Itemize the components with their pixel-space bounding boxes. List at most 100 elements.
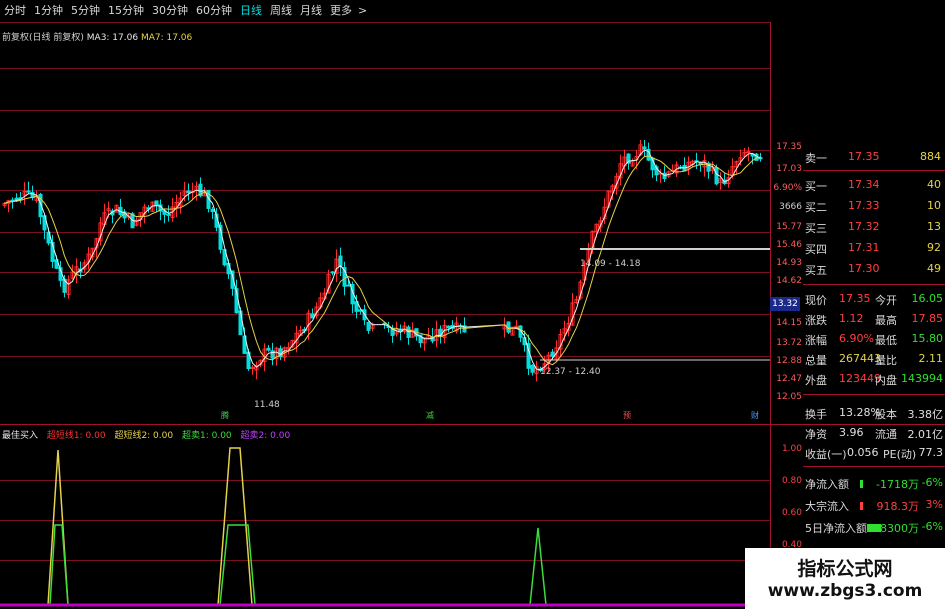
orderbook-volume: 40 bbox=[927, 178, 941, 191]
orderbook-volume: 884 bbox=[920, 150, 941, 163]
event-marker[interactable]: 财 bbox=[750, 410, 760, 421]
stat-value: 16.05 bbox=[911, 292, 944, 305]
candle bbox=[186, 190, 191, 194]
flow-pct: -6% bbox=[921, 476, 943, 489]
legend-item: 超短线2: 0.00 bbox=[114, 431, 174, 441]
orderbook-volume: 92 bbox=[927, 241, 941, 254]
quote-panel: 卖一 17.35 884 买一 17.34 40 买二 17.33 10 买三 … bbox=[775, 138, 945, 558]
orderbook-label: 买五 bbox=[805, 264, 827, 277]
fundamental-value: 0.056 bbox=[847, 446, 879, 459]
kline-chart[interactable]: 11.48 12.37 - 12.40 14.09 - 14.18 bbox=[0, 0, 770, 609]
candle bbox=[210, 208, 215, 213]
candle bbox=[530, 364, 535, 373]
orderbook-volume: 49 bbox=[927, 262, 941, 275]
fundamental-key: 净资 bbox=[805, 428, 827, 441]
stat-value: 143994 bbox=[901, 372, 943, 385]
stat-value: 17.35 bbox=[839, 292, 871, 305]
stat-value: 6.90% bbox=[839, 332, 874, 345]
candle bbox=[746, 151, 751, 154]
indicator-title: 最佳买入 bbox=[2, 431, 39, 441]
candle bbox=[406, 326, 411, 338]
candle bbox=[310, 313, 315, 319]
range-label-low: 12.37 - 12.40 bbox=[540, 367, 601, 377]
legend-item: 超卖2: 0.00 bbox=[240, 431, 291, 441]
orderbook-label: 卖一 bbox=[805, 152, 827, 165]
stats-row: 涨幅 6.90% 最低 15.80 bbox=[775, 330, 945, 349]
stat-value: 15.80 bbox=[911, 332, 944, 345]
flow-value: -1718万 bbox=[876, 478, 919, 491]
ma3-line bbox=[4, 149, 761, 371]
orderbook-row: 买一 17.34 40 bbox=[775, 176, 945, 195]
stats-row: 总量 267443 量比 2.11 bbox=[775, 350, 945, 369]
indicator-legend: 最佳买入 超短线1: 0.00 超短线2: 0.00 超卖1: 0.00 超卖2… bbox=[2, 428, 296, 441]
flow-bar bbox=[860, 502, 863, 510]
orderbook-label: 买一 bbox=[805, 180, 827, 193]
orderbook-price: 17.32 bbox=[848, 220, 880, 233]
fundamental-key: 流通 bbox=[875, 428, 897, 441]
watermark-title: 指标公式网 bbox=[797, 558, 893, 580]
fundamental-value: 3.38亿 bbox=[907, 408, 944, 421]
legend-item: 超卖1: 0.00 bbox=[181, 431, 232, 441]
orderbook-volume: 10 bbox=[927, 199, 941, 212]
flow-row: 净流入额 -1718万 -6% bbox=[775, 474, 945, 493]
orderbook-price: 17.35 bbox=[848, 150, 880, 163]
orderbook-row: 卖一 17.35 884 bbox=[775, 148, 945, 167]
watermark-url: www.zbgs3.com bbox=[767, 581, 923, 601]
candle bbox=[266, 347, 271, 351]
axis-divider bbox=[770, 22, 771, 609]
stat-key: 涨幅 bbox=[805, 334, 827, 347]
fundamental-value: 3.96 bbox=[839, 426, 864, 439]
flow-pct: 3% bbox=[925, 498, 943, 511]
flow-pct: -6% bbox=[921, 520, 943, 533]
candle bbox=[14, 197, 19, 201]
event-marker[interactable]: 腾 bbox=[220, 410, 230, 421]
orderbook-price: 17.31 bbox=[848, 241, 880, 254]
candle bbox=[446, 325, 451, 329]
stat-key: 今开 bbox=[875, 294, 897, 307]
flow-row: 5日净流入额 -8300万 -6% bbox=[775, 518, 945, 537]
flow-value: -8300万 bbox=[876, 522, 919, 535]
candle bbox=[346, 284, 351, 287]
candle bbox=[166, 213, 171, 216]
fundamental-value: 2.01亿 bbox=[907, 428, 944, 441]
signal-green bbox=[219, 524, 256, 606]
orderbook-row: 买三 17.32 13 bbox=[775, 218, 945, 237]
orderbook-price: 17.33 bbox=[848, 199, 880, 212]
fundamental-key: 股本 bbox=[875, 408, 897, 421]
event-marker[interactable]: 减 bbox=[425, 410, 435, 421]
flow-value: 918.3万 bbox=[876, 500, 920, 513]
fundamental-value: 77.3 bbox=[918, 446, 944, 459]
flow-label: 净流入额 bbox=[805, 478, 849, 491]
legend-item: 超短线1: 0.00 bbox=[46, 431, 106, 441]
stat-key: 涨跌 bbox=[805, 314, 827, 327]
panel-divider bbox=[803, 284, 945, 285]
panel-divider bbox=[803, 466, 945, 467]
stats-row: 现价 17.35 今开 16.05 bbox=[775, 290, 945, 309]
panel-divider bbox=[803, 170, 945, 171]
stat-value: 17.85 bbox=[911, 312, 944, 325]
fundamental-row: 换手 13.28% 股本 3.38亿 bbox=[775, 404, 945, 423]
stat-value: 2.11 bbox=[918, 352, 944, 365]
candle bbox=[330, 271, 335, 274]
candle bbox=[366, 321, 371, 331]
candle bbox=[642, 146, 647, 150]
candle bbox=[154, 200, 159, 207]
range-label-high: 14.09 - 14.18 bbox=[580, 259, 641, 269]
orderbook-label: 买二 bbox=[805, 201, 827, 214]
orderbook-label: 买四 bbox=[805, 243, 827, 256]
candle bbox=[714, 167, 719, 185]
orderbook-row: 买五 17.30 49 bbox=[775, 260, 945, 279]
fundamental-key: 换手 bbox=[805, 408, 827, 421]
candle bbox=[338, 255, 343, 267]
flow-row: 大宗流入 918.3万 3% bbox=[775, 496, 945, 515]
event-marker[interactable]: 预 bbox=[622, 410, 632, 421]
flow-label: 大宗流入 bbox=[805, 500, 849, 513]
fundamental-key: PE(动) bbox=[883, 448, 917, 461]
site-watermark: 指标公式网 www.zbgs3.com bbox=[745, 548, 945, 609]
fundamental-row: 净资 3.96 流通 2.01亿 bbox=[775, 424, 945, 443]
orderbook-price: 17.30 bbox=[848, 262, 880, 275]
stat-key: 最低 bbox=[875, 334, 897, 347]
panel-divider bbox=[803, 394, 945, 395]
stat-key: 最高 bbox=[875, 314, 897, 327]
indicator-plot bbox=[47, 447, 547, 606]
